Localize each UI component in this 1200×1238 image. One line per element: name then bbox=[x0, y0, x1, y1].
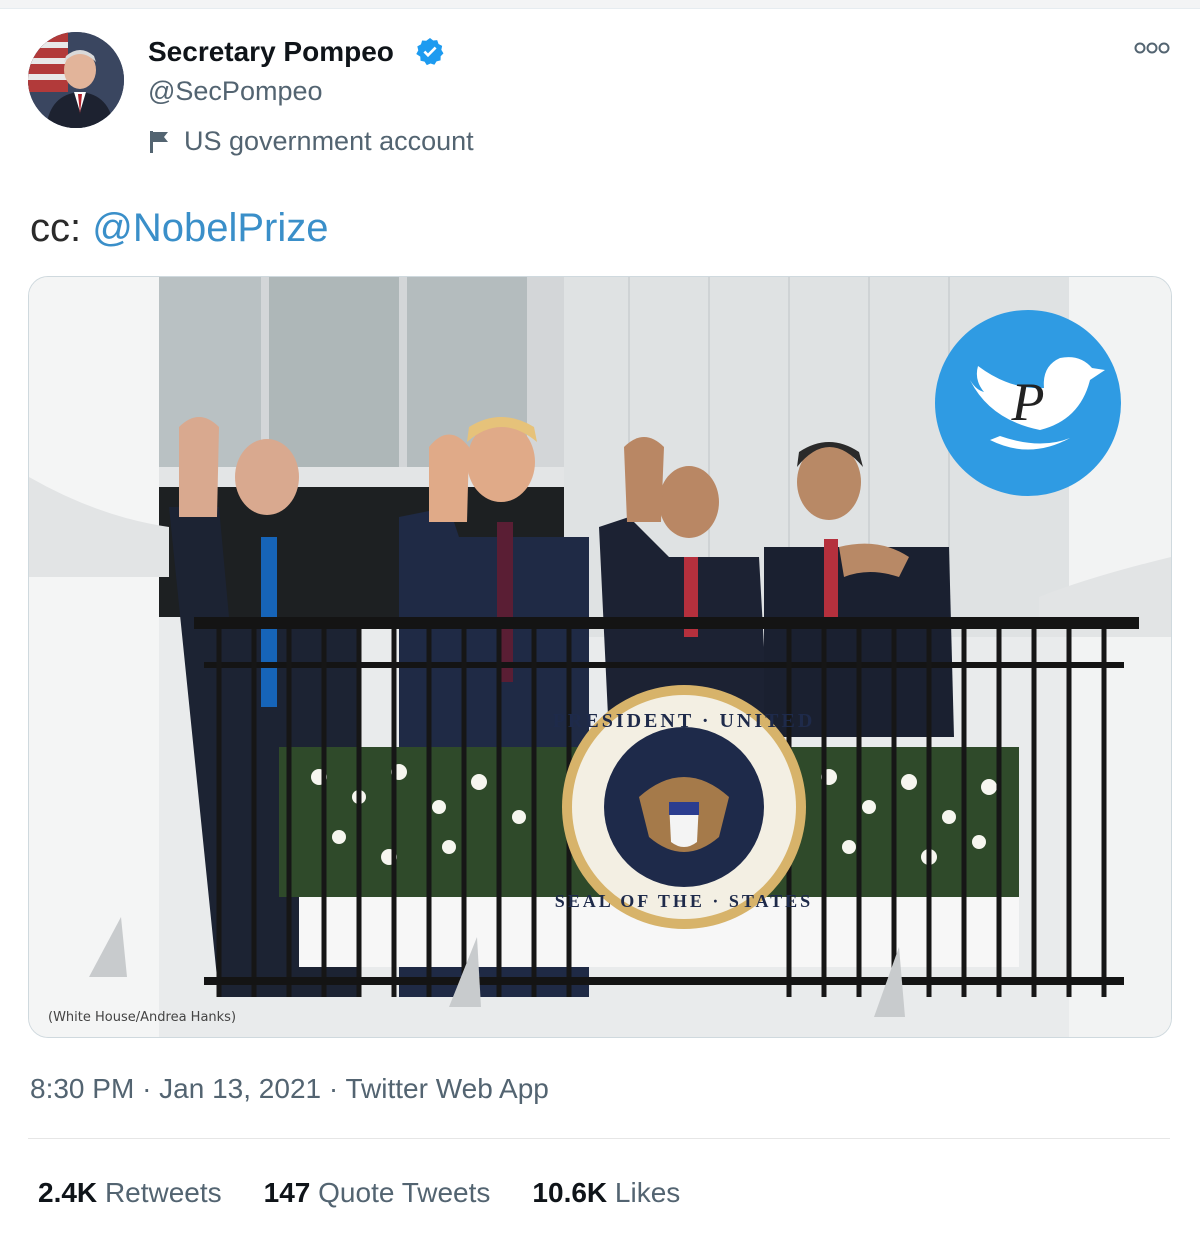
author-handle[interactable]: @SecPompeo bbox=[148, 76, 323, 107]
quote-tweets-label: Quote Tweets bbox=[318, 1177, 491, 1208]
photo-credit: (White House/Andrea Hanks) bbox=[48, 1010, 237, 1025]
retweets-label: Retweets bbox=[104, 1177, 222, 1208]
quote-tweets-count: 147 bbox=[263, 1177, 311, 1208]
watermark-logo-icon: P bbox=[935, 310, 1121, 496]
author-avatar[interactable] bbox=[28, 32, 124, 128]
divider bbox=[28, 1138, 1170, 1139]
meta-separator: · bbox=[328, 1073, 346, 1104]
mention-link[interactable]: @NobelPrize bbox=[92, 206, 328, 250]
quote-tweets-stat[interactable]: 147 Quote Tweets bbox=[264, 1177, 491, 1209]
tweet-text: cc: @NobelPrize bbox=[30, 206, 329, 251]
svg-text:SEAL OF THE · STATES: SEAL OF THE · STATES bbox=[555, 891, 813, 911]
government-account-text: US government account bbox=[184, 126, 474, 156]
government-account-label: US government account bbox=[148, 126, 474, 157]
tweet-text-prefix: cc: bbox=[30, 206, 82, 250]
retweets-stat[interactable]: 2.4K Retweets bbox=[38, 1177, 222, 1209]
meta-separator: · bbox=[142, 1073, 160, 1104]
author-name[interactable]: Secretary Pompeo bbox=[148, 36, 394, 68]
more-options-icon[interactable] bbox=[1132, 38, 1172, 58]
verified-badge-icon bbox=[416, 38, 444, 66]
likes-label: Likes bbox=[614, 1177, 681, 1208]
svg-text:PRESIDENT · UNITED: PRESIDENT · UNITED bbox=[553, 710, 816, 732]
top-border bbox=[0, 0, 1200, 9]
svg-text:P: P bbox=[1011, 372, 1045, 432]
tweet-source[interactable]: Twitter Web App bbox=[345, 1073, 548, 1104]
tweet-stats: 2.4K Retweets 147 Quote Tweets 10.6K Lik… bbox=[38, 1177, 722, 1209]
flag-icon bbox=[150, 130, 168, 153]
likes-stat[interactable]: 10.6K Likes bbox=[532, 1177, 680, 1209]
tweet-date[interactable]: Jan 13, 2021 bbox=[159, 1073, 321, 1104]
likes-count: 10.6K bbox=[532, 1177, 608, 1208]
tweet-meta: 8:30 PM · Jan 13, 2021 · Twitter Web App bbox=[30, 1073, 549, 1105]
retweets-count: 2.4K bbox=[38, 1177, 98, 1208]
tweet-time[interactable]: 8:30 PM bbox=[30, 1073, 134, 1104]
